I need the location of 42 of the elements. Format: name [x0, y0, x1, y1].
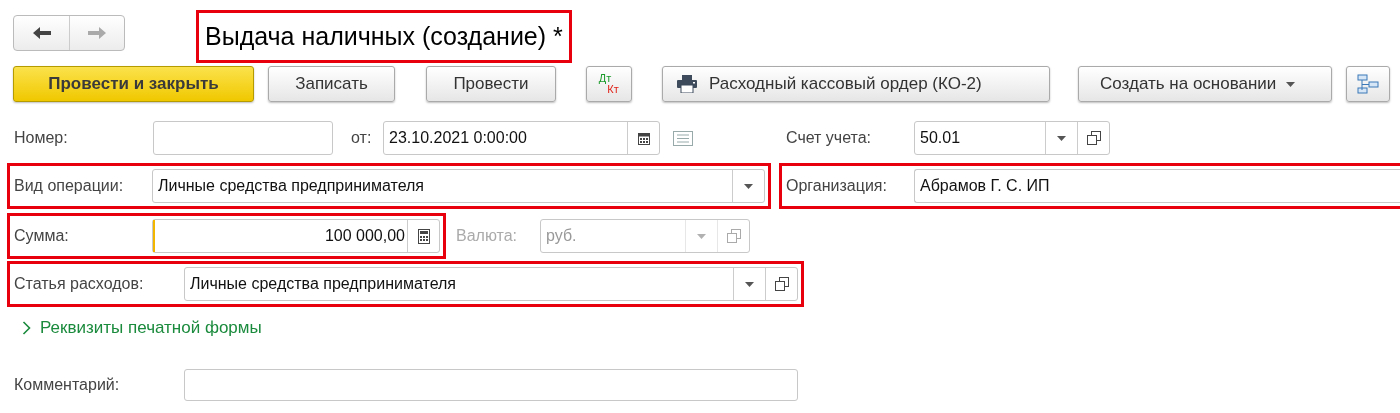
- field-label: Вид операции:: [13, 177, 125, 195]
- caret-icon: [1286, 81, 1296, 87]
- arrow-right-icon: [87, 26, 107, 40]
- print-button[interactable]: Расходный кассовый ордер (КО-2): [662, 66, 1050, 102]
- dropdown-field[interactable]: Личные средства предпринимателя: [152, 169, 765, 203]
- caret-icon: [745, 281, 754, 287]
- caret-icon: [697, 233, 706, 239]
- dropdown-field[interactable]: Личные средства предпринимателя: [184, 267, 798, 301]
- toolbar-button[interactable]: Провести: [426, 66, 556, 102]
- calculator-icon: [417, 228, 430, 244]
- create-based-on-button[interactable]: Создать на основании: [1078, 66, 1332, 102]
- debit-credit-button[interactable]: Дт Кт: [586, 66, 632, 102]
- window-icon: [1086, 131, 1101, 145]
- window-icon: [774, 277, 789, 291]
- field-label: Номер:: [13, 129, 69, 147]
- form-title: Выдача наличных (создание) *: [199, 13, 569, 60]
- chevron-icon: [22, 321, 31, 335]
- window-icon: [726, 229, 741, 243]
- field-label: Комментарий:: [13, 376, 121, 394]
- hierarchy-icon: [1357, 74, 1379, 94]
- date-field[interactable]: 23.10.2021 0:00:00: [383, 121, 660, 155]
- calendar-icon: [637, 131, 650, 145]
- post-and-close-button[interactable]: Провести и закрыть: [13, 66, 254, 102]
- field-label: от:: [350, 129, 373, 147]
- field-label: Сумма:: [13, 227, 70, 245]
- field-label: Счет учета:: [785, 129, 873, 147]
- printer-icon: [677, 75, 697, 93]
- list-icon: [673, 130, 693, 146]
- print-form-details-link[interactable]: Реквизиты печатной формы: [22, 317, 262, 339]
- text-field[interactable]: Абрамов Г. С. ИП: [914, 169, 1400, 203]
- amount-field[interactable]: 100 000,00: [152, 219, 440, 253]
- field-label: Валюта:: [455, 227, 519, 245]
- dropdown-field[interactable]: 50.01: [914, 121, 1110, 155]
- arrow-left-icon: [31, 26, 52, 40]
- text-field[interactable]: [184, 369, 798, 401]
- caret-icon: [744, 183, 753, 189]
- caret-icon: [1057, 135, 1066, 141]
- field-label: Статья расходов:: [13, 275, 145, 293]
- text-field[interactable]: [153, 121, 333, 155]
- structure-button[interactable]: [1346, 66, 1390, 102]
- field-label: Организация:: [785, 177, 888, 195]
- toolbar-button[interactable]: Записать: [268, 66, 395, 102]
